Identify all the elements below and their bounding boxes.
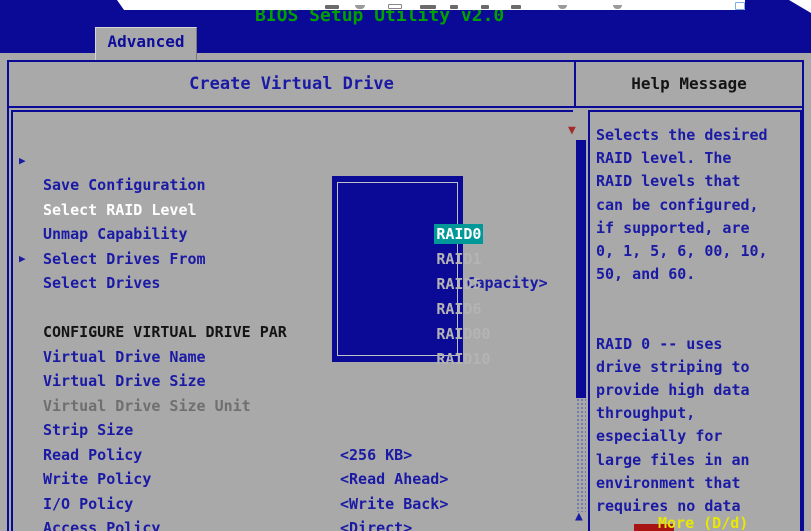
toolbar-icon-fragment: [481, 5, 489, 9]
menu-item[interactable]: ▶ Select Drives From <Unconfigured Capac…: [13, 198, 573, 223]
popup-option-label: RAID1: [434, 249, 483, 269]
help-text-line: RAID levels that: [596, 170, 798, 193]
help-text-line: Selects the desired: [596, 124, 798, 147]
help-text-line: throughput,: [596, 402, 798, 425]
help-text-line: can be configured,: [596, 194, 798, 217]
menu-item[interactable]: ▶ Unmap Capability: [13, 173, 573, 198]
popup-option-label: RAID0: [434, 224, 483, 244]
tab-advanced[interactable]: Advanced: [95, 27, 197, 60]
help-text: Selects the desiredRAID level. TheRAID l…: [596, 124, 798, 518]
popup-option[interactable]: RAID0: [344, 197, 455, 222]
help-text-line: 50, and 60.: [596, 263, 798, 286]
raid-level-popup: RAID0 RAID1 RAID5 RAID6 RAID00 RAID10: [332, 176, 463, 362]
menu-item[interactable]: ▶ Select RAID Level <RAID0>: [13, 149, 573, 174]
more-indicator: More (D/d): [658, 514, 748, 531]
menu-item[interactable]: ▶ Write Policy <Write Back>: [13, 418, 573, 443]
settings-list: ▶ Save Configuration ▶ Select RAID Level…: [11, 110, 573, 531]
help-panel-title: Help Message: [576, 62, 802, 106]
scroll-down-icon[interactable]: ▼: [568, 124, 576, 137]
help-text-line: [596, 286, 798, 309]
toolbar-icon-fragment: [325, 5, 339, 9]
help-text-line: drive striping to: [596, 356, 798, 379]
header-border: [9, 106, 802, 108]
help-text-line: [596, 310, 798, 333]
menu-item[interactable]: ▶ Save Configuration: [13, 124, 573, 149]
menu-item[interactable]: ▶ Access Policy <Read/Write>: [13, 467, 573, 492]
toolbar-icon-fragment: [511, 5, 521, 9]
help-text-line: RAID level. The: [596, 147, 798, 170]
popup-option-label: RAID5: [434, 274, 483, 294]
toolbar-icon-fragment: [355, 5, 365, 9]
toolbar-icon-fragment: [420, 5, 436, 9]
menu-item[interactable]: ▶ Strip Size <256 KB>: [13, 369, 573, 394]
menu-item[interactable]: ▶ Read Policy <Read Ahead>: [13, 394, 573, 419]
help-text-line: environment that: [596, 472, 798, 495]
help-text-line: especially for: [596, 425, 798, 448]
toolbar-icon-fragment: [388, 4, 402, 9]
toolbar-icon-fragment: [735, 2, 745, 10]
toolbar-icon-fragment: [613, 5, 622, 9]
menu-item[interactable]: ▶ Select Drives: [13, 222, 573, 247]
menu-item[interactable]: ▶: [13, 247, 573, 272]
help-text-line: 0, 1, 5, 6, 00, 10,: [596, 240, 798, 263]
bios-screen: BIOS Setup Utility v2.0 Advanced Create …: [0, 0, 811, 531]
page-title: Create Virtual Drive: [9, 62, 574, 106]
help-text-line: RAID 0 -- uses: [596, 333, 798, 356]
toolbar-icon-fragment: [450, 5, 458, 9]
popup-option-label: RAID10: [434, 349, 492, 369]
partial-toolbar-overlay: [103, 0, 745, 10]
help-panel: Selects the desiredRAID level. TheRAID l…: [588, 110, 802, 531]
menu-item[interactable]: ▶ Drive Cache <Unchanged>: [13, 492, 573, 517]
popup-option-label: RAID6: [434, 299, 483, 319]
menu-item[interactable]: ▶ I/O Policy <Direct>: [13, 443, 573, 468]
scrollbar-track[interactable]: [576, 398, 586, 512]
menu-item[interactable]: ▶ Virtual Drive Name: [13, 296, 573, 321]
scroll-up-icon[interactable]: ▲: [575, 510, 583, 523]
help-text-line: if supported, are: [596, 217, 798, 240]
popup-option-label: RAID00: [434, 324, 492, 344]
menu-item[interactable]: ▶ Disable Background <No>: [13, 516, 573, 531]
scrollbar-thumb[interactable]: [576, 140, 586, 398]
menu-item[interactable]: ▶ CONFIGURE VIRTUAL DRIVE PAR: [13, 271, 573, 296]
main-panel: Create Virtual Drive Help Message ▶ Save…: [7, 60, 804, 531]
toolbar-icon-fragment: [558, 5, 567, 9]
help-text-line: provide high data: [596, 379, 798, 402]
help-text-line: large files in an: [596, 449, 798, 472]
